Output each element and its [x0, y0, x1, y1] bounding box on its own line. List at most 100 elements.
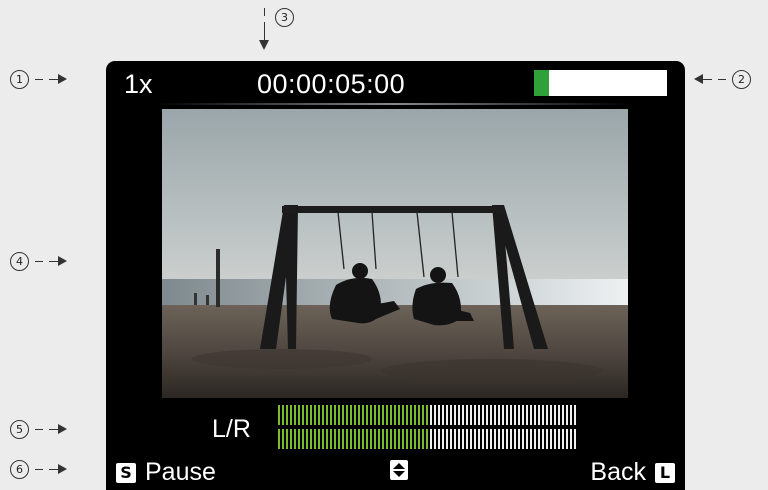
battery-level-fill — [534, 70, 549, 96]
meter-segment — [538, 405, 540, 425]
meter-segment — [550, 429, 552, 449]
meter-segment — [562, 405, 564, 425]
battery-indicator — [534, 70, 667, 96]
meter-segment — [278, 429, 280, 449]
meter-segment — [382, 405, 384, 425]
meter-segment — [518, 405, 520, 425]
meter-segment — [546, 429, 548, 449]
callout-dash — [35, 79, 43, 80]
s-key-icon: S — [116, 462, 136, 483]
pause-label: Pause — [145, 458, 216, 486]
up-down-arrows-glyph — [393, 463, 405, 477]
callout-number: 6 — [10, 460, 29, 479]
meter-segment — [506, 429, 508, 449]
meter-segment — [462, 405, 464, 425]
back-label: Back — [590, 458, 646, 486]
meter-segment — [298, 429, 300, 449]
meter-segment — [286, 429, 288, 449]
meter-segment — [378, 405, 380, 425]
meter-segment — [330, 405, 332, 425]
callout-number: 2 — [732, 70, 751, 89]
meter-segment — [422, 429, 424, 449]
meter-left-channel — [278, 405, 578, 425]
meter-segment — [342, 405, 344, 425]
meter-segment — [498, 429, 500, 449]
callout-dash — [35, 469, 43, 470]
meter-segment — [306, 429, 308, 449]
meter-segment — [338, 405, 340, 425]
meter-segment — [402, 405, 404, 425]
meter-segment — [522, 429, 524, 449]
callout-4: 4 — [10, 252, 67, 271]
meter-segment — [350, 405, 352, 425]
meter-segment — [378, 429, 380, 449]
meter-segment — [394, 405, 396, 425]
divider — [158, 103, 628, 105]
meter-segment — [414, 405, 416, 425]
meter-segment — [346, 405, 348, 425]
meter-segment — [342, 429, 344, 449]
meter-segment — [570, 429, 572, 449]
up-down-arrows-icon[interactable] — [390, 460, 408, 480]
meter-segment — [390, 429, 392, 449]
meter-segment — [318, 429, 320, 449]
l-key-icon: L — [655, 462, 675, 483]
arrow-right-icon — [49, 464, 67, 474]
meter-segment — [510, 429, 512, 449]
meter-segment — [334, 429, 336, 449]
meter-segment — [494, 429, 496, 449]
meter-segment — [526, 429, 528, 449]
meter-segment — [498, 405, 500, 425]
meter-segment — [506, 405, 508, 425]
meter-segment — [386, 405, 388, 425]
meter-segment — [294, 429, 296, 449]
meter-segment — [542, 429, 544, 449]
meter-segment — [358, 429, 360, 449]
video-preview — [162, 109, 628, 398]
meter-segment — [390, 405, 392, 425]
meter-segment — [486, 429, 488, 449]
meter-segment — [470, 405, 472, 425]
audio-level-meter — [278, 405, 578, 449]
meter-segment — [398, 429, 400, 449]
callout-number: 4 — [10, 252, 29, 271]
meter-segment — [374, 429, 376, 449]
pause-button[interactable]: S Pause — [116, 458, 216, 487]
meter-segment — [478, 429, 480, 449]
callout-dash — [264, 8, 265, 16]
callout-number: 5 — [10, 420, 29, 439]
meter-segment — [570, 405, 572, 425]
meter-segment — [502, 405, 504, 425]
meter-segment — [566, 405, 568, 425]
back-button[interactable]: Back L — [590, 458, 675, 487]
meter-segment — [422, 405, 424, 425]
callout-3: 3 — [254, 8, 302, 58]
status-bar: 1x 00:00:05:00 — [106, 61, 685, 105]
meter-segment — [514, 405, 516, 425]
meter-segment — [454, 405, 456, 425]
arrow-left-icon — [694, 74, 712, 84]
meter-segment — [350, 429, 352, 449]
meter-segment — [318, 405, 320, 425]
meter-segment — [410, 429, 412, 449]
meter-segment — [518, 429, 520, 449]
meter-segment — [478, 405, 480, 425]
meter-segment — [358, 405, 360, 425]
meter-segment — [534, 405, 536, 425]
meter-segment — [450, 429, 452, 449]
meter-segment — [402, 429, 404, 449]
meter-segment — [386, 429, 388, 449]
meter-segment — [294, 405, 296, 425]
callout-2: 2 — [694, 70, 751, 89]
meter-segment — [370, 405, 372, 425]
timecode: 00:00:05:00 — [257, 69, 406, 99]
meter-segment — [574, 429, 576, 449]
meter-segment — [382, 429, 384, 449]
meter-segment — [430, 429, 432, 449]
meter-segment — [326, 405, 328, 425]
meter-segment — [474, 405, 476, 425]
arrow-right-icon — [49, 74, 67, 84]
meter-segment — [406, 405, 408, 425]
meter-segment — [398, 405, 400, 425]
meter-segment — [438, 405, 440, 425]
